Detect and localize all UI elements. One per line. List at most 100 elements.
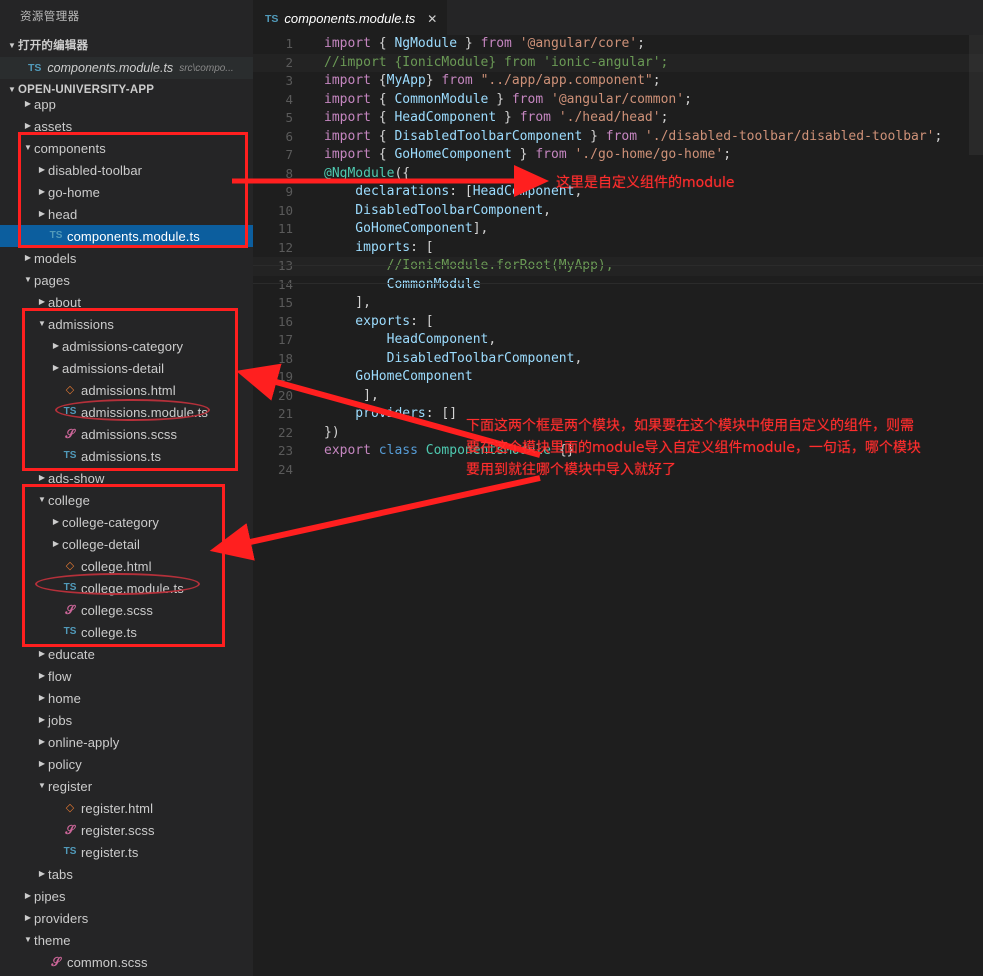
tree-item-disabled-toolbar[interactable]: ▶ disabled-toolbar bbox=[0, 159, 253, 181]
tree-item-label: register.scss bbox=[81, 822, 155, 838]
tree-item-label: pages bbox=[34, 272, 70, 288]
code-line: 20 ], bbox=[253, 387, 983, 406]
tree-item-college.ts[interactable]: ▶TScollege.ts bbox=[0, 621, 253, 643]
tree-item-online-apply[interactable]: ▶ online-apply bbox=[0, 731, 253, 753]
line-number: 5 bbox=[285, 110, 293, 125]
open-editor-item[interactable]: TS components.module.ts src\compo... bbox=[0, 57, 253, 79]
tree-item-label: tabs bbox=[48, 866, 73, 882]
code-line: 7 import { GoHomeComponent } from './go-h… bbox=[253, 146, 983, 165]
tree-item-about[interactable]: ▶ about bbox=[0, 291, 253, 313]
tree-item-college.html[interactable]: ▶◇college.html bbox=[0, 555, 253, 577]
tree-item-admissions.scss[interactable]: ▶𝒮admissions.scss bbox=[0, 423, 253, 445]
tree-item-label: admissions.module.ts bbox=[81, 404, 208, 420]
code-text: GoHomeComponent], bbox=[324, 221, 489, 236]
tree-item-admissions-detail[interactable]: ▶ admissions-detail bbox=[0, 357, 253, 379]
file-tree: ▶ app ▶ assets ▼ components ▶ disabled-toolbar ▶… bbox=[0, 93, 253, 973]
tree-item-models[interactable]: ▶ models bbox=[0, 247, 253, 269]
tree-item-components.module.ts[interactable]: ▶TScomponents.module.ts bbox=[0, 225, 253, 247]
line-number: 7 bbox=[285, 147, 293, 162]
tree-item-label: admissions-detail bbox=[62, 360, 165, 376]
tree-item-register.scss[interactable]: ▶𝒮register.scss bbox=[0, 819, 253, 841]
tree-item-label: college-category bbox=[62, 514, 159, 530]
chevron-right-icon: ▶ bbox=[24, 253, 32, 262]
tree-item-pipes[interactable]: ▶ pipes bbox=[0, 885, 253, 907]
chevron-right-icon: ▶ bbox=[52, 341, 60, 350]
tree-item-college[interactable]: ▼ college bbox=[0, 489, 253, 511]
code-editor[interactable]: 1 import { NgModule } from '@angular/core… bbox=[253, 35, 983, 976]
tree-item-admissions-category[interactable]: ▶ admissions-category bbox=[0, 335, 253, 357]
tree-item-policy[interactable]: ▶ policy bbox=[0, 753, 253, 775]
scrollbar-thumb[interactable] bbox=[969, 35, 983, 155]
code-text: import { NgModule } from '@angular/core'… bbox=[324, 36, 645, 51]
tree-item-go-home[interactable]: ▶ go-home bbox=[0, 181, 253, 203]
tree-item-common.scss[interactable]: ▶𝒮common.scss bbox=[0, 951, 253, 973]
tree-item-college.module.ts[interactable]: ▶TScollege.module.ts bbox=[0, 577, 253, 599]
tree-item-home[interactable]: ▶ home bbox=[0, 687, 253, 709]
code-text: ], bbox=[324, 387, 379, 403]
scss-file-icon: 𝒮 bbox=[65, 603, 75, 617]
line-number: 19 bbox=[277, 369, 293, 384]
tree-item-label: pipes bbox=[34, 888, 66, 904]
tree-item-admissions.module.ts[interactable]: ▶TSadmissions.module.ts bbox=[0, 401, 253, 423]
tree-item-jobs[interactable]: ▶ jobs bbox=[0, 709, 253, 731]
line-number: 22 bbox=[277, 424, 293, 440]
tree-item-register.ts[interactable]: ▶TSregister.ts bbox=[0, 841, 253, 863]
line-number: 10 bbox=[277, 202, 293, 218]
tree-item-college-detail[interactable]: ▶ college-detail bbox=[0, 533, 253, 555]
code-text: DisabledToolbarComponent, bbox=[324, 350, 583, 366]
html-file-icon: ◇ bbox=[65, 559, 75, 572]
tree-item-label: jobs bbox=[48, 712, 73, 728]
tree-item-admissions.html[interactable]: ▶◇admissions.html bbox=[0, 379, 253, 401]
tree-item-educate[interactable]: ▶ educate bbox=[0, 643, 253, 665]
code-line: 16 exports: [ bbox=[253, 313, 983, 332]
chevron-right-icon: ▶ bbox=[38, 187, 46, 196]
chevron-down-icon: ▼ bbox=[24, 275, 32, 284]
open-editors-section[interactable]: ▼ 打开的编辑器 bbox=[0, 35, 253, 57]
tree-item-assets[interactable]: ▶ assets bbox=[0, 115, 253, 137]
chevron-right-icon: ▶ bbox=[38, 649, 46, 658]
tree-item-ads-show[interactable]: ▶ ads-show bbox=[0, 467, 253, 489]
tree-item-label: models bbox=[34, 250, 77, 266]
code-text: import {MyApp} from "../app/app.componen… bbox=[324, 73, 661, 88]
tree-item-flow[interactable]: ▶ flow bbox=[0, 665, 253, 687]
code-text: exports: [ bbox=[324, 313, 434, 329]
chevron-down-icon: ▼ bbox=[24, 143, 32, 152]
tree-item-app[interactable]: ▶ app bbox=[0, 93, 253, 115]
tree-item-tabs[interactable]: ▶ tabs bbox=[0, 863, 253, 885]
tree-item-register.html[interactable]: ▶◇register.html bbox=[0, 797, 253, 819]
chevron-right-icon: ▶ bbox=[52, 363, 60, 372]
tree-item-college.scss[interactable]: ▶𝒮college.scss bbox=[0, 599, 253, 621]
tree-item-admissions.ts[interactable]: ▶TSadmissions.ts bbox=[0, 445, 253, 467]
code-text: GoHomeComponent bbox=[324, 369, 473, 384]
code-text: DisabledToolbarComponent, bbox=[324, 202, 551, 218]
code-line: 13 //IonicModule.forRoot(MyApp), bbox=[253, 257, 983, 276]
tree-item-admissions[interactable]: ▼ admissions bbox=[0, 313, 253, 335]
chevron-right-icon: ▶ bbox=[24, 121, 32, 130]
tree-item-providers[interactable]: ▶ providers bbox=[0, 907, 253, 929]
tree-item-label: admissions.ts bbox=[81, 448, 162, 464]
code-line: 24 bbox=[253, 461, 983, 480]
line-number: 9 bbox=[285, 184, 293, 199]
close-icon[interactable]: ✕ bbox=[427, 13, 437, 25]
tree-item-theme[interactable]: ▼ theme bbox=[0, 929, 253, 951]
code-line: 15 ], bbox=[253, 294, 983, 313]
tree-item-label: home bbox=[48, 690, 81, 706]
tree-item-college-category[interactable]: ▶ college-category bbox=[0, 511, 253, 533]
tree-item-register[interactable]: ▼ register bbox=[0, 775, 253, 797]
code-text: import { HeadComponent } from './head/he… bbox=[324, 110, 669, 125]
tree-item-pages[interactable]: ▼ pages bbox=[0, 269, 253, 291]
code-line: 21 providers: [] bbox=[253, 405, 983, 424]
chevron-right-icon: ▶ bbox=[38, 671, 46, 680]
line-number: 17 bbox=[277, 332, 293, 347]
tree-item-head[interactable]: ▶ head bbox=[0, 203, 253, 225]
chevron-down-icon: ▼ bbox=[7, 41, 17, 50]
code-text: imports: [ bbox=[324, 239, 434, 255]
explorer-title: 资源管理器 bbox=[0, 0, 253, 35]
ts-file-icon: TS bbox=[63, 450, 77, 461]
chevron-right-icon: ▶ bbox=[38, 759, 46, 768]
tree-item-label: disabled-toolbar bbox=[48, 162, 143, 178]
tab-components-module[interactable]: TS components.module.ts ✕ bbox=[253, 0, 448, 36]
tree-item-components[interactable]: ▼ components bbox=[0, 137, 253, 159]
line-number: 21 bbox=[277, 406, 293, 421]
code-text: ], bbox=[324, 295, 371, 310]
